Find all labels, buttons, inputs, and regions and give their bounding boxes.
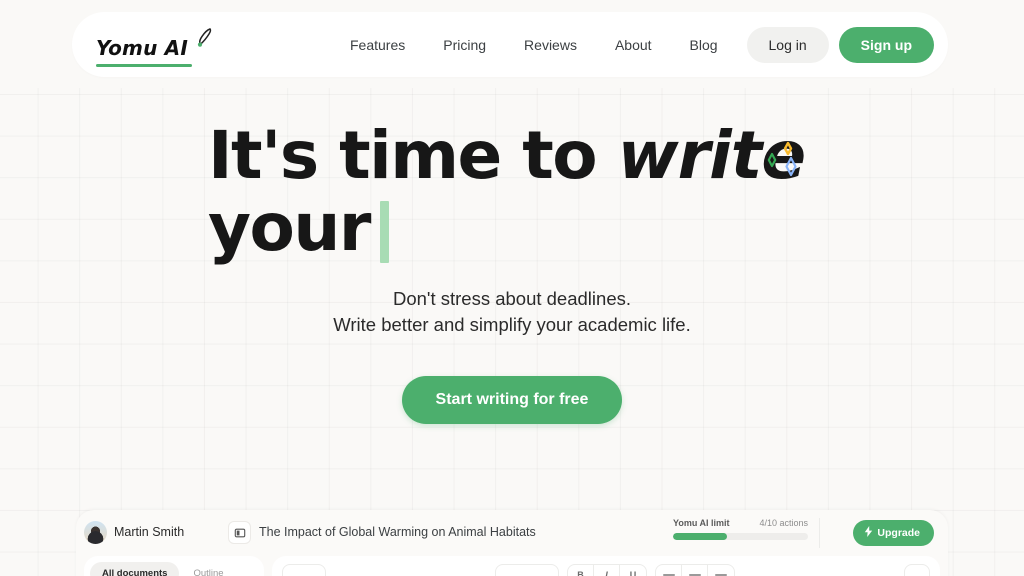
app-body: All documents Outline B I U bbox=[76, 556, 948, 576]
nav-link-about[interactable]: About bbox=[615, 37, 652, 53]
hero-subtitle-line1: Don't stress about deadlines. bbox=[392, 288, 631, 309]
app-topbar: Martin Smith The Impact of Global Warmin… bbox=[76, 510, 948, 556]
start-writing-button[interactable]: Start writing for free bbox=[401, 376, 623, 424]
toolbar-style-select[interactable] bbox=[282, 564, 326, 576]
ai-limit-meter: Yomu AI limit 4/10 actions bbox=[673, 518, 808, 540]
sparkle-blue-icon bbox=[785, 156, 797, 177]
nav-links: Features Pricing Reviews About Blog bbox=[350, 12, 718, 77]
underline-icon: U bbox=[629, 570, 637, 576]
editor-panel: B I U bbox=[272, 556, 940, 576]
toolbar-font-select[interactable] bbox=[495, 564, 559, 576]
hero-heading-part2: your bbox=[208, 189, 371, 266]
toolbar-format-group: B I U bbox=[567, 564, 647, 576]
user-name: Martin Smith bbox=[114, 525, 185, 539]
sidebar-tabs: All documents Outline bbox=[90, 562, 258, 576]
brand-name: Yomu AI bbox=[96, 36, 189, 60]
app-preview-card: Martin Smith The Impact of Global Warmin… bbox=[76, 510, 948, 576]
lightning-bolt-icon bbox=[864, 526, 873, 540]
italic-icon: I bbox=[594, 565, 620, 576]
ai-limit-fill bbox=[673, 533, 727, 540]
upgrade-label: Upgrade bbox=[877, 527, 920, 539]
hero-heading: It's time to write your bbox=[182, 120, 842, 264]
sidebar-panel-icon[interactable] bbox=[228, 521, 251, 544]
nav-link-features[interactable]: Features bbox=[350, 37, 405, 53]
hero-subtitle: Don't stress about deadlines. Write bett… bbox=[0, 286, 1024, 338]
avatar[interactable] bbox=[84, 521, 107, 544]
toolbar-more-button[interactable] bbox=[904, 564, 930, 576]
nav-link-reviews[interactable]: Reviews bbox=[524, 37, 577, 53]
ai-limit-label: Yomu AI limit bbox=[673, 518, 730, 528]
login-button[interactable]: Log in bbox=[746, 26, 829, 63]
document-title[interactable]: The Impact of Global Warming on Animal H… bbox=[259, 525, 536, 539]
toolbar-align-group bbox=[655, 564, 735, 576]
sparkle-cluster bbox=[760, 132, 814, 182]
hero-heading-part1: It's time to bbox=[208, 117, 618, 194]
landing-page: Yomu AI Features Pricing Reviews About B… bbox=[0, 0, 1024, 576]
nav-actions: Log in Sign up bbox=[746, 12, 934, 77]
nav-link-pricing[interactable]: Pricing bbox=[443, 37, 486, 53]
brand-logo[interactable]: Yomu AI bbox=[96, 26, 213, 58]
align-left-icon bbox=[656, 565, 682, 576]
sparkle-green-icon bbox=[767, 152, 777, 168]
hero-subtitle-line2: Write better and simplify your academic … bbox=[333, 314, 691, 335]
brand-underline bbox=[96, 64, 192, 67]
topbar-divider bbox=[819, 518, 820, 548]
tab-outline[interactable]: Outline bbox=[181, 562, 235, 576]
ai-limit-track bbox=[673, 533, 808, 540]
documents-sidebar: All documents Outline bbox=[84, 556, 264, 576]
bold-icon: B bbox=[568, 565, 594, 576]
nav-link-blog[interactable]: Blog bbox=[690, 37, 718, 53]
text-cursor bbox=[379, 201, 389, 263]
editor-toolbar: B I U bbox=[282, 564, 930, 576]
pen-nib-icon bbox=[191, 26, 213, 55]
signup-button[interactable]: Sign up bbox=[838, 26, 934, 63]
ai-limit-count: 4/10 actions bbox=[759, 518, 808, 528]
sparkle-yellow-icon bbox=[783, 141, 793, 156]
hero-section: It's time to write your Don't stress abo… bbox=[0, 120, 1024, 424]
upgrade-button[interactable]: Upgrade bbox=[853, 520, 934, 546]
main-navbar: Yomu AI Features Pricing Reviews About B… bbox=[72, 12, 948, 77]
align-center-icon bbox=[682, 565, 708, 576]
tab-all-documents[interactable]: All documents bbox=[90, 562, 180, 576]
align-right-icon bbox=[708, 565, 734, 576]
